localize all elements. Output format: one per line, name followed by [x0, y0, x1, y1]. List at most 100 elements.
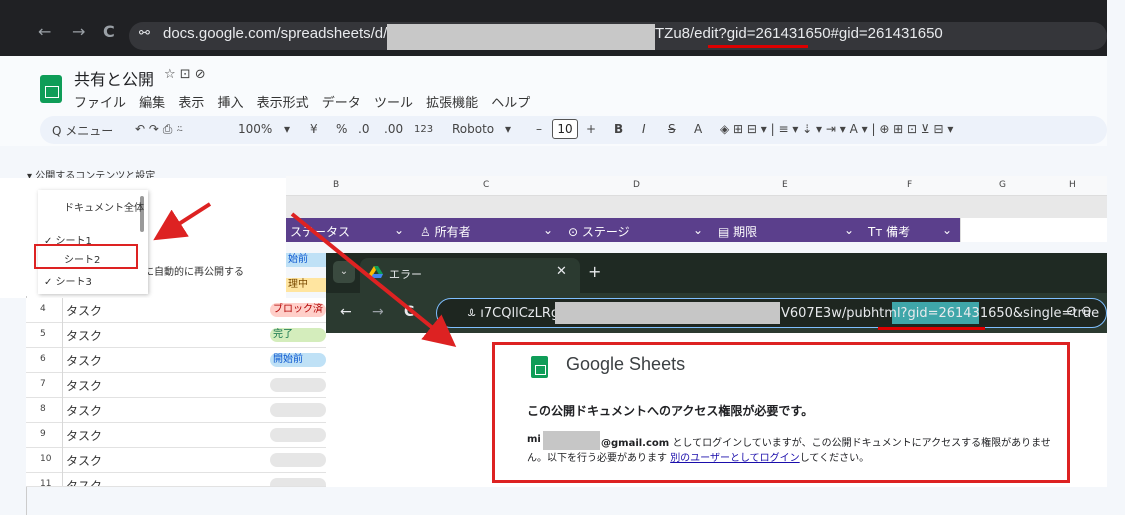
column-header-c[interactable]: C: [483, 180, 489, 190]
status-chip[interactable]: [270, 403, 326, 417]
popup-back-button[interactable]: ←: [340, 304, 352, 320]
row-number: 9: [40, 429, 46, 439]
task-cell[interactable]: タスク: [66, 402, 102, 419]
column-header-g[interactable]: G: [999, 180, 1006, 190]
popup-reload-button[interactable]: C: [404, 304, 414, 320]
bold-button[interactable]: B: [614, 122, 623, 136]
redacted-url-segment: [555, 302, 780, 324]
task-cell[interactable]: タスク: [66, 427, 102, 444]
google-drive-icon: [369, 266, 383, 278]
header-status[interactable]: ステータス: [290, 223, 350, 240]
sheets-logo-icon[interactable]: [40, 75, 62, 103]
dropdown-item-sheet3[interactable]: ✓ シート3: [44, 273, 92, 288]
table-row[interactable]: 9 タスク: [26, 423, 326, 448]
status-chip[interactable]: 完了: [270, 328, 326, 342]
table-row[interactable]: 5 タスク 完了: [26, 323, 326, 348]
status-chip[interactable]: [270, 378, 326, 392]
more-formats-button[interactable]: 123: [414, 124, 433, 135]
switch-user-link[interactable]: 別のユーザーとしてログイン: [670, 453, 800, 464]
tab-menu-button[interactable]: ⌄: [333, 261, 355, 283]
task-cell[interactable]: タスク: [66, 477, 102, 486]
table-row[interactable]: 11 タスク: [26, 473, 326, 487]
menu-file[interactable]: ファイル: [74, 96, 126, 111]
zoom-caret-icon[interactable]: ▾: [284, 122, 290, 136]
header-owner[interactable]: ♙ 所有者: [420, 223, 471, 240]
menu-help[interactable]: ヘルプ: [491, 96, 530, 111]
menu-insert[interactable]: 挿入: [217, 96, 243, 111]
sheet2-highlight-annotation: [34, 244, 138, 269]
font-size-increase[interactable]: +: [586, 122, 596, 136]
email-prefix: mi: [527, 434, 541, 445]
task-cell[interactable]: タスク: [66, 352, 102, 369]
strikethrough-button[interactable]: S̶: [668, 122, 676, 136]
status-chip[interactable]: [270, 478, 326, 486]
table-row[interactable]: 4 タスク ブロック済: [26, 298, 326, 323]
table-row[interactable]: 10 タスク: [26, 448, 326, 473]
header-notes[interactable]: Tт 備考: [868, 223, 910, 240]
undo-redo-print-paint-icons[interactable]: ↶ ↷ ⎙ ⍨: [135, 122, 183, 137]
menu-tools[interactable]: ツール: [374, 96, 413, 111]
column-header-h[interactable]: H: [1069, 180, 1076, 190]
font-caret-icon[interactable]: ▾: [505, 122, 511, 136]
increase-decimal-button[interactable]: .00: [384, 122, 403, 136]
column-header-f[interactable]: F: [907, 180, 912, 190]
row-number: 8: [40, 404, 46, 414]
italic-button[interactable]: I: [642, 122, 646, 136]
status-chip[interactable]: 理中: [286, 278, 326, 292]
back-button[interactable]: ←: [38, 22, 51, 41]
task-cell[interactable]: タスク: [66, 452, 102, 469]
decrease-decimal-button[interactable]: .0: [358, 122, 369, 136]
status-chip[interactable]: [270, 428, 326, 442]
popup-forward-button[interactable]: →: [372, 304, 384, 320]
text-color-button[interactable]: A: [694, 122, 702, 136]
column-header-e[interactable]: E: [782, 180, 788, 190]
percent-button[interactable]: %: [336, 122, 347, 136]
status-chip[interactable]: [270, 453, 326, 467]
reload-button[interactable]: C: [103, 22, 115, 41]
menu-search-button[interactable]: Q メニュー: [52, 122, 113, 139]
column-header-d[interactable]: D: [633, 180, 640, 190]
popup-url-right: V607E3w/pubhtml?gid=261431650&single=tru…: [781, 306, 1099, 321]
task-cell[interactable]: タスク: [66, 327, 102, 344]
table-row[interactable]: 6 タスク 開始前: [26, 348, 326, 373]
email-domain: @gmail.com: [601, 438, 670, 449]
header-due-caret-icon[interactable]: ⌄: [844, 223, 854, 237]
header-owner-caret-icon[interactable]: ⌄: [543, 223, 553, 237]
column-header-b[interactable]: B: [333, 180, 339, 190]
menu-edit[interactable]: 編集: [139, 96, 165, 111]
document-title[interactable]: 共有と公開: [74, 66, 154, 90]
new-tab-button[interactable]: +: [588, 262, 601, 281]
site-settings-icon[interactable]: ⚯: [139, 26, 150, 41]
row-number: 11: [40, 479, 52, 487]
task-cell[interactable]: タスク: [66, 377, 102, 394]
font-size-decrease[interactable]: –: [536, 122, 542, 136]
header-notes-caret-icon[interactable]: ⌄: [942, 223, 952, 237]
font-size-input[interactable]: 10: [552, 119, 578, 139]
task-cell[interactable]: タスク: [66, 302, 102, 319]
menu-data[interactable]: データ: [322, 96, 361, 111]
status-chip[interactable]: 開始前: [270, 353, 326, 367]
table-row[interactable]: 7 タスク: [26, 373, 326, 398]
zoom-select[interactable]: 100%: [238, 122, 272, 136]
header-stage[interactable]: ⊙ ステージ: [568, 223, 630, 240]
dropdown-item-whole-doc[interactable]: ドキュメント全体: [64, 199, 144, 214]
menu-view[interactable]: 表示: [178, 96, 204, 111]
row-divider: [62, 373, 63, 398]
status-chip[interactable]: 始前: [286, 253, 326, 267]
font-select[interactable]: Roboto: [452, 122, 494, 136]
row-divider: [62, 298, 63, 323]
title-action-icons[interactable]: ☆ ⊡ ⊘: [164, 67, 206, 82]
row-divider: [62, 423, 63, 448]
menu-extensions[interactable]: 拡張機能: [426, 96, 478, 111]
header-stage-caret-icon[interactable]: ⌄: [693, 223, 703, 237]
table-row[interactable]: 8 タスク: [26, 398, 326, 423]
forward-button[interactable]: →: [72, 22, 85, 41]
header-status-caret-icon[interactable]: ⌄: [394, 223, 404, 237]
close-icon[interactable]: ✕: [556, 264, 567, 279]
header-due[interactable]: ▤ 期限: [718, 223, 757, 240]
status-chip[interactable]: ブロック済: [270, 303, 326, 317]
menu-format[interactable]: 表示形式: [257, 96, 309, 111]
currency-button[interactable]: ¥: [310, 122, 318, 136]
lens-icon[interactable]: ⊙ ⊖: [1066, 304, 1092, 319]
toolbar-more-icons[interactable]: ◈ ⊞ ⊟ ▾ | ≡ ▾ ⇣ ▾ ⇥ ▾ A ▾ | ⊕ ⊞ ⊡ ⊻ ⊟ ▾: [720, 122, 953, 136]
